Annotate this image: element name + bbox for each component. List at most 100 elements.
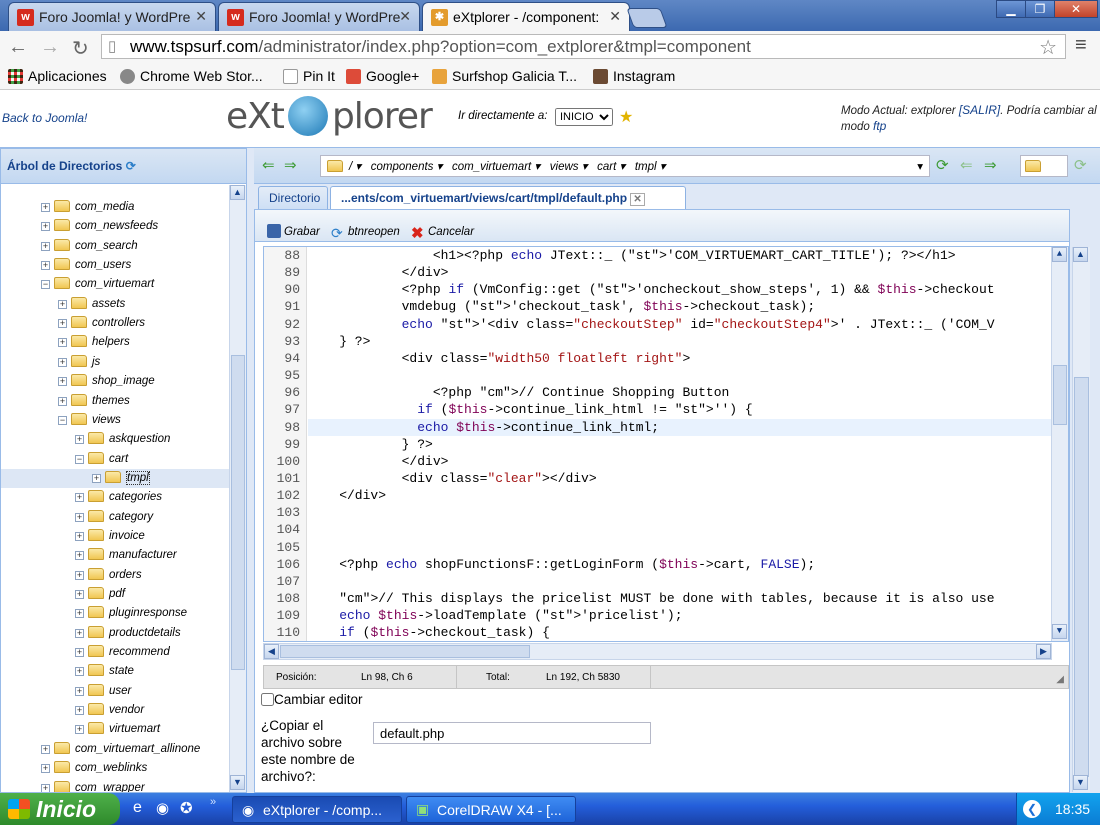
minimize-button[interactable]: ▁ [996, 0, 1026, 18]
new-tab-button[interactable] [626, 8, 668, 28]
code-line[interactable]: echo $this->continue_link_html; [308, 418, 1053, 436]
tree-node[interactable]: − cart [1, 450, 128, 469]
expand-icon[interactable]: + [75, 648, 84, 658]
expand-icon[interactable]: + [75, 686, 84, 696]
code-line[interactable]: if ($this->checkout_task) { [308, 624, 1053, 641]
refresh-icon[interactable]: ⟳ [126, 159, 136, 173]
expand-icon[interactable]: + [41, 764, 50, 774]
scroll-left-button[interactable]: ◀ [264, 644, 279, 659]
code-line[interactable]: "cm">// This displays the pricelist MUST… [308, 590, 1053, 607]
maximize-button[interactable]: ❐ [1025, 0, 1055, 18]
code-line[interactable] [308, 521, 1053, 538]
code-line[interactable]: <?php if (VmConfig::get ("st">'oncheckou… [308, 281, 1053, 298]
browser-tab-2[interactable]: w Foro Joomla! y WordPre ✕ [218, 2, 420, 31]
expand-icon[interactable]: + [41, 203, 50, 212]
code-line[interactable] [308, 539, 1053, 556]
code-line[interactable]: <?php "cm">// Continue Shopping Button [308, 384, 1053, 401]
scrollbar-thumb[interactable] [1074, 377, 1089, 777]
menu-icon[interactable]: ≡ [1075, 34, 1087, 57]
chevron-down-icon[interactable]: ▾ [917, 159, 923, 173]
change-editor-option[interactable]: Cambiar editor [261, 692, 363, 707]
code-line[interactable] [308, 504, 1053, 521]
collapse-icon[interactable]: − [58, 415, 67, 425]
code-line[interactable]: vmdebug ("st">'checkout_task', $this->ch… [308, 298, 1053, 315]
collapse-icon[interactable]: − [75, 454, 84, 464]
tree-node[interactable]: + categories [1, 488, 162, 507]
code-line[interactable]: echo $this->loadTemplate ("st">'pricelis… [308, 607, 1053, 624]
expand-icon[interactable]: + [92, 473, 101, 483]
code-line[interactable]: </div> [308, 264, 1053, 281]
reopen-button[interactable]: ⟳ btnreopen [331, 226, 400, 240]
expand-icon[interactable]: + [58, 396, 67, 406]
tree-node[interactable]: + com_search [1, 237, 138, 256]
refresh-icon[interactable]: ⟳ [936, 156, 949, 174]
tree-node[interactable]: + com_users [1, 256, 131, 275]
tree-node[interactable]: + recommend [1, 643, 170, 662]
bookmark-apps[interactable]: Aplicaciones [8, 68, 107, 84]
expand-icon[interactable]: + [58, 338, 67, 348]
expand-icon[interactable]: + [75, 512, 84, 522]
close-tab-icon[interactable]: ✕ [195, 8, 207, 25]
main-scrollbar[interactable]: ▲ ▼ [1072, 247, 1090, 792]
expand-icon[interactable]: + [58, 319, 67, 329]
tree-node[interactable]: + com_weblinks [1, 759, 147, 778]
bookmark-pin-it[interactable]: Pin It [283, 68, 335, 84]
cancel-button[interactable]: ✖ Cancelar [411, 226, 474, 241]
chrome-icon[interactable]: ◉ [156, 799, 169, 817]
path-segment[interactable]: com_virtuemart [452, 161, 531, 173]
tree-node[interactable]: + vendor [1, 701, 144, 720]
tree-node[interactable]: − com_virtuemart [1, 275, 154, 294]
tree-node[interactable]: + shop_image [1, 372, 155, 391]
tree-node[interactable]: + controllers [1, 314, 145, 333]
tree-node[interactable]: + manufacturer [1, 546, 177, 565]
save-button[interactable]: Grabar [267, 224, 320, 238]
tab-directorio[interactable]: Directorio [258, 186, 328, 209]
expand-icon[interactable]: + [41, 222, 50, 232]
path-segment[interactable]: cart [597, 161, 616, 173]
code-line[interactable]: } ?> [308, 436, 1053, 453]
scroll-down-button[interactable]: ▼ [1073, 775, 1088, 790]
tree-node[interactable]: + orders [1, 566, 142, 585]
tree-node[interactable]: + tmpl [1, 468, 229, 488]
tree-scrollbar[interactable]: ▲ ▼ [229, 185, 246, 792]
taskbar-item-coreldraw[interactable]: ▣ CorelDRAW X4 - [... [406, 796, 576, 823]
back-arrow-icon[interactable]: ← [8, 36, 28, 59]
resize-grip-icon[interactable]: ◢ [1056, 674, 1064, 685]
scroll-down-button[interactable]: ▼ [230, 775, 245, 790]
code-line[interactable] [308, 573, 1053, 590]
chevron-right-icon[interactable]: » [210, 796, 216, 808]
bookmark-star-icon[interactable]: ★ [619, 107, 633, 127]
collapse-icon[interactable]: − [41, 280, 50, 290]
expand-icon[interactable]: + [75, 570, 84, 580]
change-editor-checkbox[interactable] [261, 693, 274, 706]
scroll-up-button[interactable]: ▲ [1073, 247, 1088, 262]
ie-icon[interactable]: e [133, 799, 142, 817]
scroll-up-button[interactable]: ▲ [230, 185, 245, 200]
address-bar[interactable]: ▯ www.tspsurf.com/administrator/index.ph… [101, 34, 1066, 59]
code-editor[interactable]: 88 89 90 91 92 93 94 95 96 97 98 99 100 101 102 103 104 1… [263, 246, 1069, 642]
code-line[interactable]: <h1><?php echo JText::_ ("st">'COM_VIRTU… [308, 247, 1053, 264]
code-line[interactable]: echo "st">'<div class="checkoutStep" id=… [308, 316, 1053, 333]
close-tab-icon[interactable]: ✕ [609, 8, 621, 25]
close-tab-icon[interactable]: ✕ [399, 8, 411, 25]
code-line[interactable]: </div> [308, 453, 1053, 470]
code-line[interactable]: <div class="clear"></div> [308, 470, 1053, 487]
tree-node[interactable]: + com_wrapper [1, 779, 145, 792]
tree-node[interactable]: + com_virtuemart_allinone [1, 740, 200, 759]
start-button[interactable]: Inicio [0, 793, 120, 825]
tree-node[interactable]: + com_newsfeeds [1, 217, 158, 236]
tree-node[interactable]: + pdf [1, 585, 125, 604]
code-vertical-scrollbar[interactable]: ▲ ▼ [1051, 247, 1068, 641]
tree-node[interactable]: + helpers [1, 333, 130, 352]
scroll-up-button[interactable]: ▲ [1052, 247, 1067, 262]
path-combo[interactable]: / ▾ components ▾ com_virtuemart ▾ views … [320, 155, 930, 177]
expand-icon[interactable]: + [41, 261, 50, 271]
expand-icon[interactable]: + [75, 435, 84, 445]
tree-node[interactable]: + com_media [1, 198, 134, 217]
tab-default-php[interactable]: ...ents/com_virtuemart/views/cart/tmpl/d… [330, 186, 686, 209]
tree-node[interactable]: + js [1, 353, 100, 372]
code-line[interactable]: <?php echo shopFunctionsF::getLoginForm … [308, 556, 1053, 573]
path-segment[interactable]: components [371, 161, 434, 173]
scrollbar-thumb[interactable] [231, 355, 245, 670]
code-horizontal-scrollbar[interactable]: ◀ ▶ [263, 643, 1052, 660]
